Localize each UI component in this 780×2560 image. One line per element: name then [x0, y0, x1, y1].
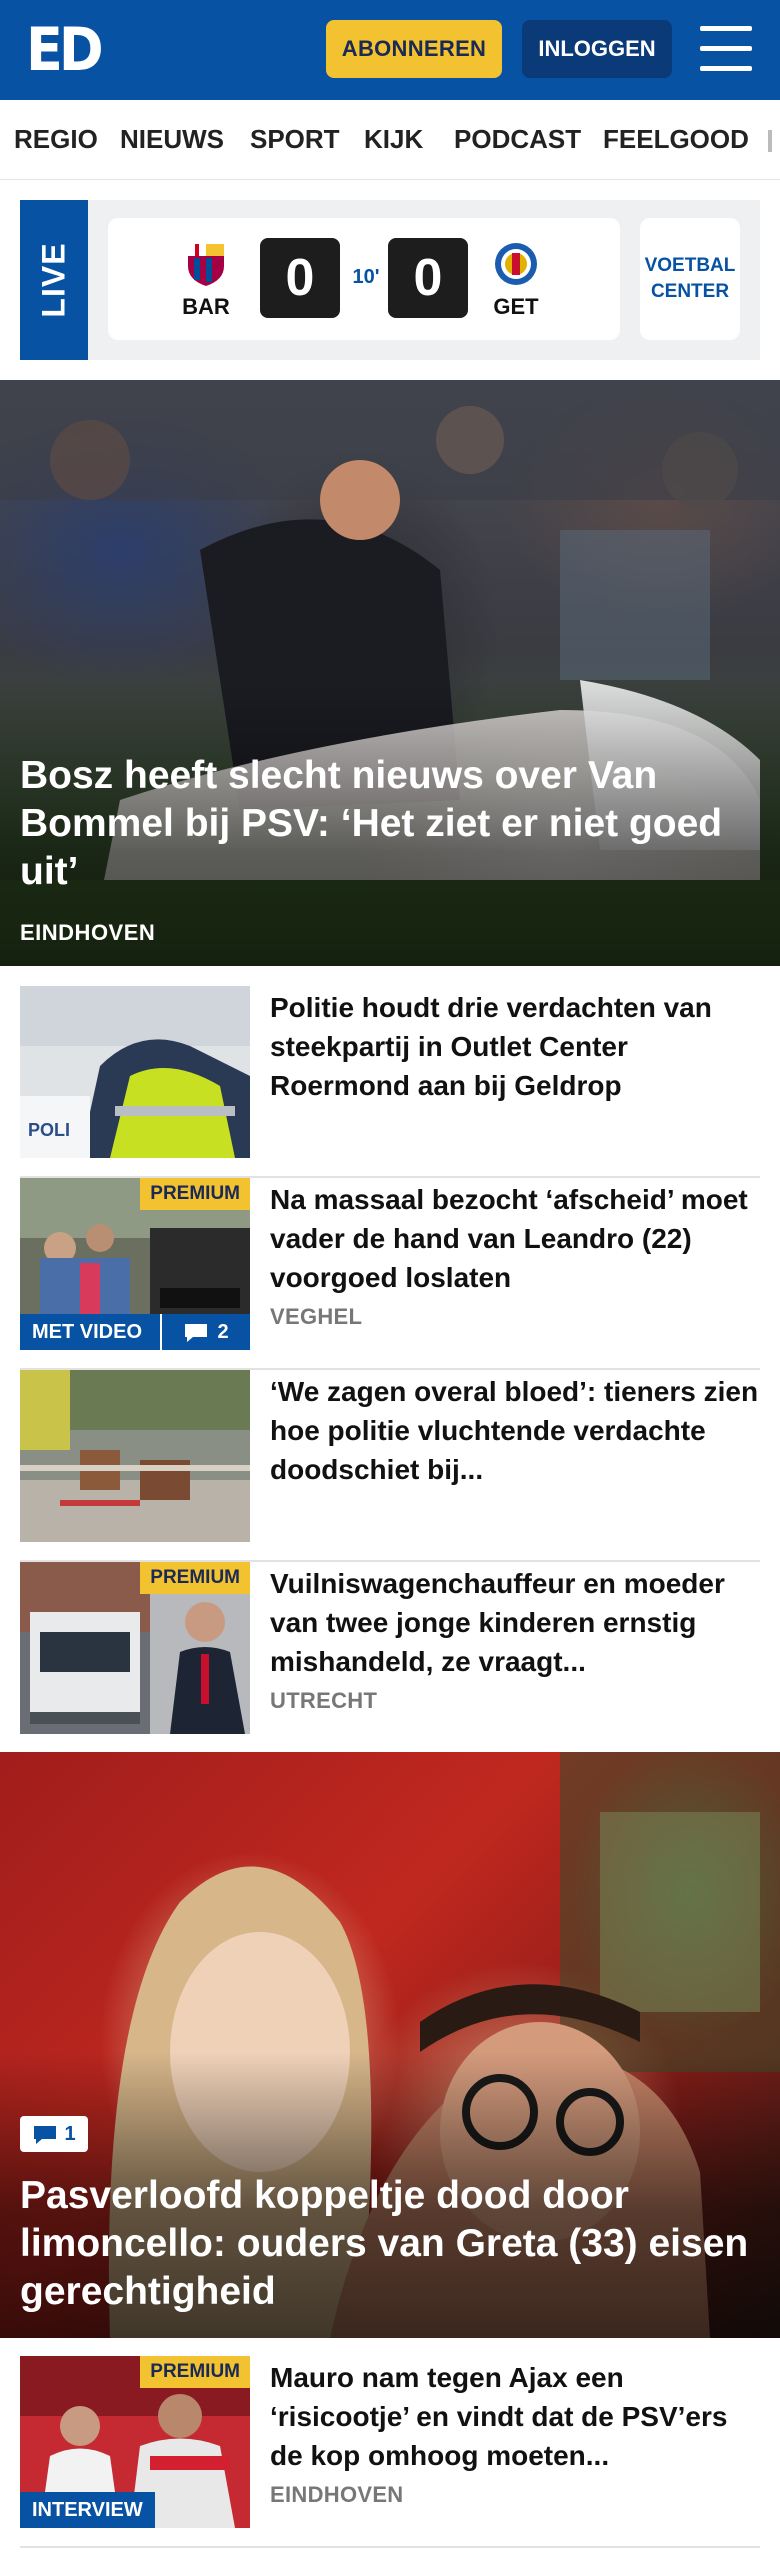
feature-title[interactable]: Pasverloofd koppeltje dood door limoncel… — [20, 2172, 760, 2316]
nav-scroll-indicator — [768, 130, 772, 152]
live-tab[interactable]: LIVE — [20, 200, 88, 360]
article-thumbnail — [20, 1370, 250, 1542]
hero-location: EINDHOVEN — [20, 920, 156, 945]
home-crest-icon — [182, 240, 230, 288]
article-title[interactable]: Politie houdt drie verdachten van steekp… — [270, 988, 760, 1105]
away-team-code: GET — [493, 294, 539, 319]
match-card[interactable]: BAR 0 10' 0 GET — [108, 218, 620, 340]
nav-item-podcast[interactable]: PODCAST — [454, 124, 581, 155]
away-crest-icon — [492, 240, 540, 288]
home-team: BAR — [176, 240, 236, 320]
list-item[interactable]: ‘We zagen overal bloed’: tieners zien ho… — [20, 1370, 760, 1562]
section-nav: REGIO NIEUWS SPORT KIJK PODCAST FEELGOOD — [0, 100, 780, 180]
article-thumbnail: PREMIUM MET VIDEO 2 — [20, 1178, 250, 1350]
feature-article[interactable]: 1 Pasverloofd koppeltje dood door limonc… — [0, 1752, 780, 2338]
article-title[interactable]: ‘We zagen overal bloed’: tieners zien ho… — [270, 1372, 760, 1489]
article-title[interactable]: Na massaal bezocht ‘afscheid’ moet vader… — [270, 1180, 760, 1297]
comment-count-badge: 1 — [20, 2116, 88, 2152]
article-title[interactable]: Mauro nam tegen Ajax een ‘risicootje’ en… — [270, 2358, 760, 2475]
away-team: GET — [486, 240, 546, 320]
nav-item-regio[interactable]: REGIO — [14, 124, 98, 155]
comment-bubble-icon — [32, 2124, 58, 2144]
hero-title[interactable]: Bosz heeft slecht nieuws over Van Bommel… — [20, 752, 760, 896]
site-logo[interactable]: ED — [26, 18, 104, 82]
comment-count: 2 — [217, 1320, 229, 1343]
match-minute: 10' — [352, 266, 380, 288]
subscribe-button[interactable]: ABONNEREN — [326, 20, 502, 78]
nav-item-feelgood[interactable]: FEELGOOD — [603, 124, 749, 155]
hamburger-menu-icon[interactable] — [700, 26, 752, 72]
video-badge: MET VIDEO — [20, 1314, 160, 1350]
interview-badge: INTERVIEW — [20, 2492, 155, 2528]
article-thumbnail: PREMIUM INTERVIEW — [20, 2356, 250, 2528]
live-label: LIVE — [35, 242, 72, 318]
article-location: UTRECHT — [270, 1688, 378, 1713]
home-score: 0 — [260, 238, 340, 318]
home-team-code: BAR — [182, 294, 230, 319]
voetbal-center-button[interactable]: VOETBAL CENTER — [640, 218, 740, 340]
premium-badge: PREMIUM — [140, 1178, 250, 1210]
comment-bubble-icon — [183, 1322, 209, 1342]
list-item[interactable]: PREMIUM INTERVIEW Mauro nam tegen Ajax e… — [20, 2356, 760, 2548]
list-item[interactable]: PREMIUM MET VIDEO 2 Na massaal bezocht ‘… — [20, 1178, 760, 1370]
list-item[interactable]: POLI Politie houdt drie verdachten van s… — [20, 986, 760, 1178]
premium-badge: PREMIUM — [140, 1562, 250, 1594]
nav-item-kijk[interactable]: KIJK — [364, 124, 423, 155]
list-item[interactable]: PREMIUM Vuilniswagenchauffeur en moeder … — [20, 1562, 760, 1754]
article-title[interactable]: Vuilniswagenchauffeur en moeder van twee… — [270, 1564, 760, 1681]
nav-item-nieuws[interactable]: NIEUWS — [120, 124, 224, 155]
svg-text:POLI: POLI — [28, 1120, 70, 1140]
live-scoreboard: LIVE BAR 0 10' 0 GET VOETBAL CENTER — [20, 200, 760, 360]
site-header: ED ABONNEREN INLOGGEN — [0, 0, 780, 100]
nav-item-sport[interactable]: SPORT — [250, 124, 340, 155]
article-location: VEGHEL — [270, 1304, 363, 1329]
comment-count: 1 — [64, 2122, 76, 2145]
away-score: 0 — [388, 238, 468, 318]
article-thumbnail: POLI — [20, 986, 250, 1158]
login-button[interactable]: INLOGGEN — [522, 20, 672, 78]
comment-count-badge: 2 — [160, 1314, 250, 1350]
hero-article[interactable]: Bosz heeft slecht nieuws over Van Bommel… — [0, 380, 780, 966]
premium-badge: PREMIUM — [140, 2356, 250, 2388]
article-location: EINDHOVEN — [270, 2482, 404, 2507]
article-thumbnail: PREMIUM — [20, 1562, 250, 1734]
